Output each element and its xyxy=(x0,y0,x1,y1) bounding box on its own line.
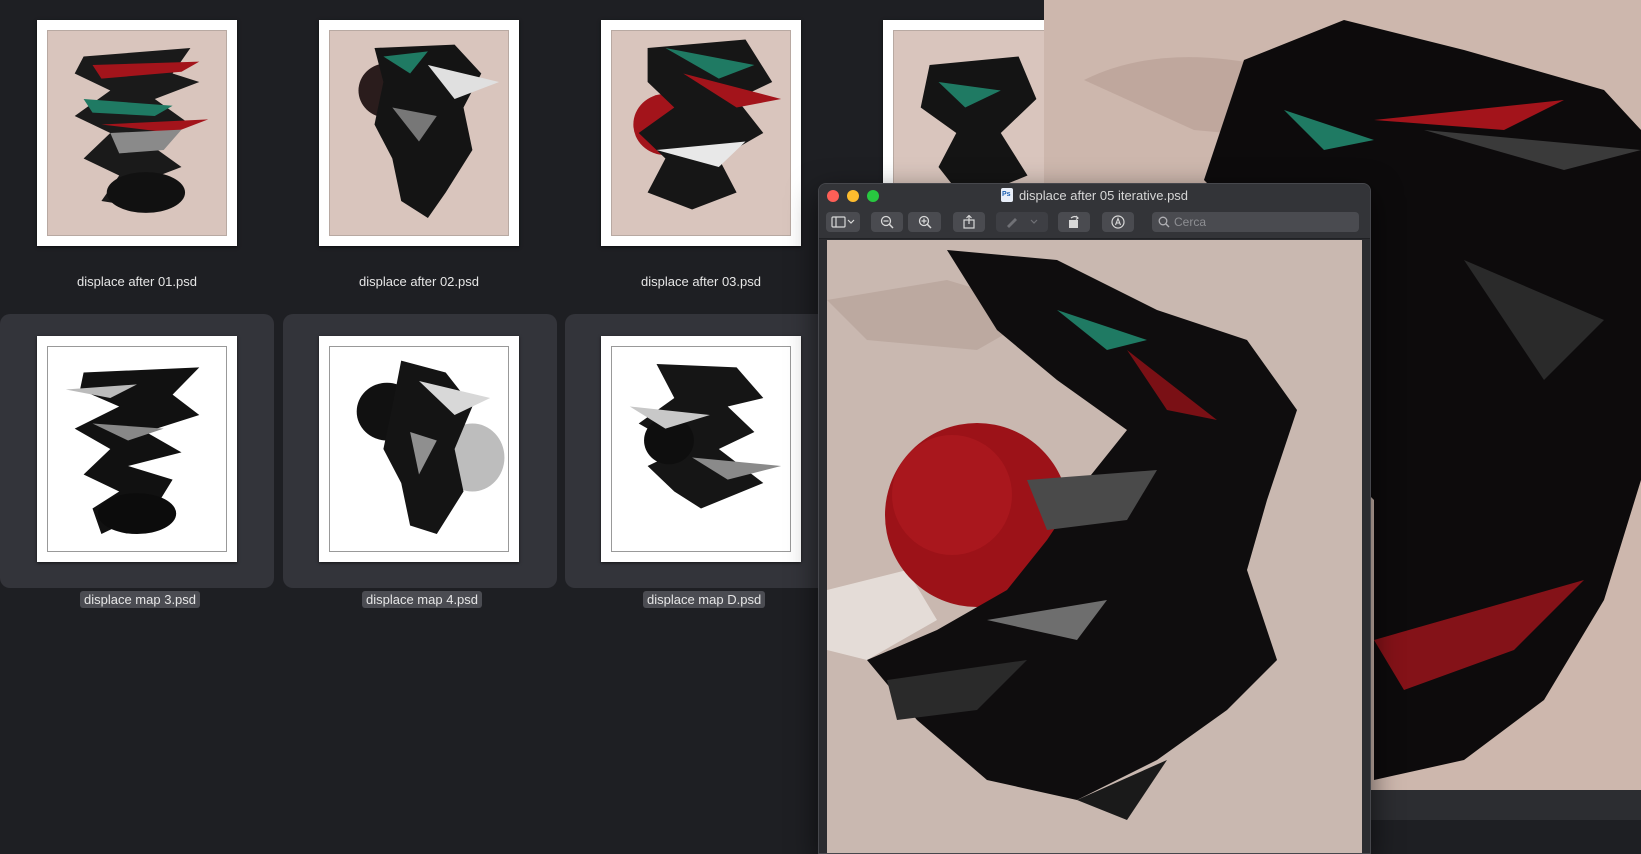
search-field[interactable]: Cerca xyxy=(1152,212,1359,232)
annotate-icon xyxy=(1111,215,1125,229)
thumbnail-artwork xyxy=(329,30,509,236)
file-label[interactable]: displace after 02.psd xyxy=(319,274,519,289)
thumbnail-artwork xyxy=(611,30,791,236)
file-label-selected[interactable]: displace map D.psd xyxy=(643,591,766,608)
file-thumbnail-displace-map-3[interactable] xyxy=(37,336,237,562)
file-thumbnail-displace-map-4[interactable] xyxy=(319,336,519,562)
file-label[interactable]: displace after 03.psd xyxy=(601,274,801,289)
file-label[interactable]: displace after 01.psd xyxy=(37,274,237,289)
zoom-in-icon xyxy=(918,215,932,229)
file-thumbnail-displace-after-03[interactable] xyxy=(601,20,801,246)
preview-window[interactable]: displace after 05 iterative.psd xyxy=(818,183,1371,854)
zoom-out-button[interactable] xyxy=(871,212,903,232)
file-label-selected[interactable]: displace map 4.psd xyxy=(362,591,483,608)
preview-toolbar: Cerca xyxy=(819,208,1370,239)
thumbnail-artwork xyxy=(611,346,791,552)
annotate-button[interactable] xyxy=(1102,212,1134,232)
sidebar-toggle-button[interactable] xyxy=(826,212,860,232)
rotate-button[interactable] xyxy=(1058,212,1090,232)
photoshop-document-icon xyxy=(1000,188,1013,202)
thumbnail-artwork xyxy=(329,346,509,552)
markup-pen-icon xyxy=(1007,218,1038,228)
search-icon xyxy=(1158,216,1170,228)
file-thumbnail-displace-after-01[interactable] xyxy=(37,20,237,246)
thumbnail-artwork xyxy=(47,30,227,236)
thumbnail-artwork xyxy=(47,346,227,552)
window-title-text: displace after 05 iterative.psd xyxy=(1018,188,1189,203)
zoom-in-button[interactable] xyxy=(908,212,941,232)
window-title: displace after 05 iterative.psd xyxy=(819,188,1370,203)
search-placeholder: Cerca xyxy=(1174,215,1207,229)
artwork-image xyxy=(827,240,1362,853)
file-thumbnail-displace-map-d[interactable] xyxy=(601,336,801,562)
share-icon xyxy=(963,215,975,229)
markup-pen-button[interactable] xyxy=(996,212,1048,232)
image-viewer[interactable] xyxy=(827,240,1362,853)
sidebar-icon xyxy=(831,216,855,228)
share-button[interactable] xyxy=(953,212,985,232)
file-label-selected[interactable]: displace map 3.psd xyxy=(80,591,201,608)
window-titlebar[interactable]: displace after 05 iterative.psd xyxy=(819,184,1370,208)
zoom-out-icon xyxy=(880,215,894,229)
rotate-icon xyxy=(1069,215,1079,228)
file-thumbnail-displace-after-02[interactable] xyxy=(319,20,519,246)
